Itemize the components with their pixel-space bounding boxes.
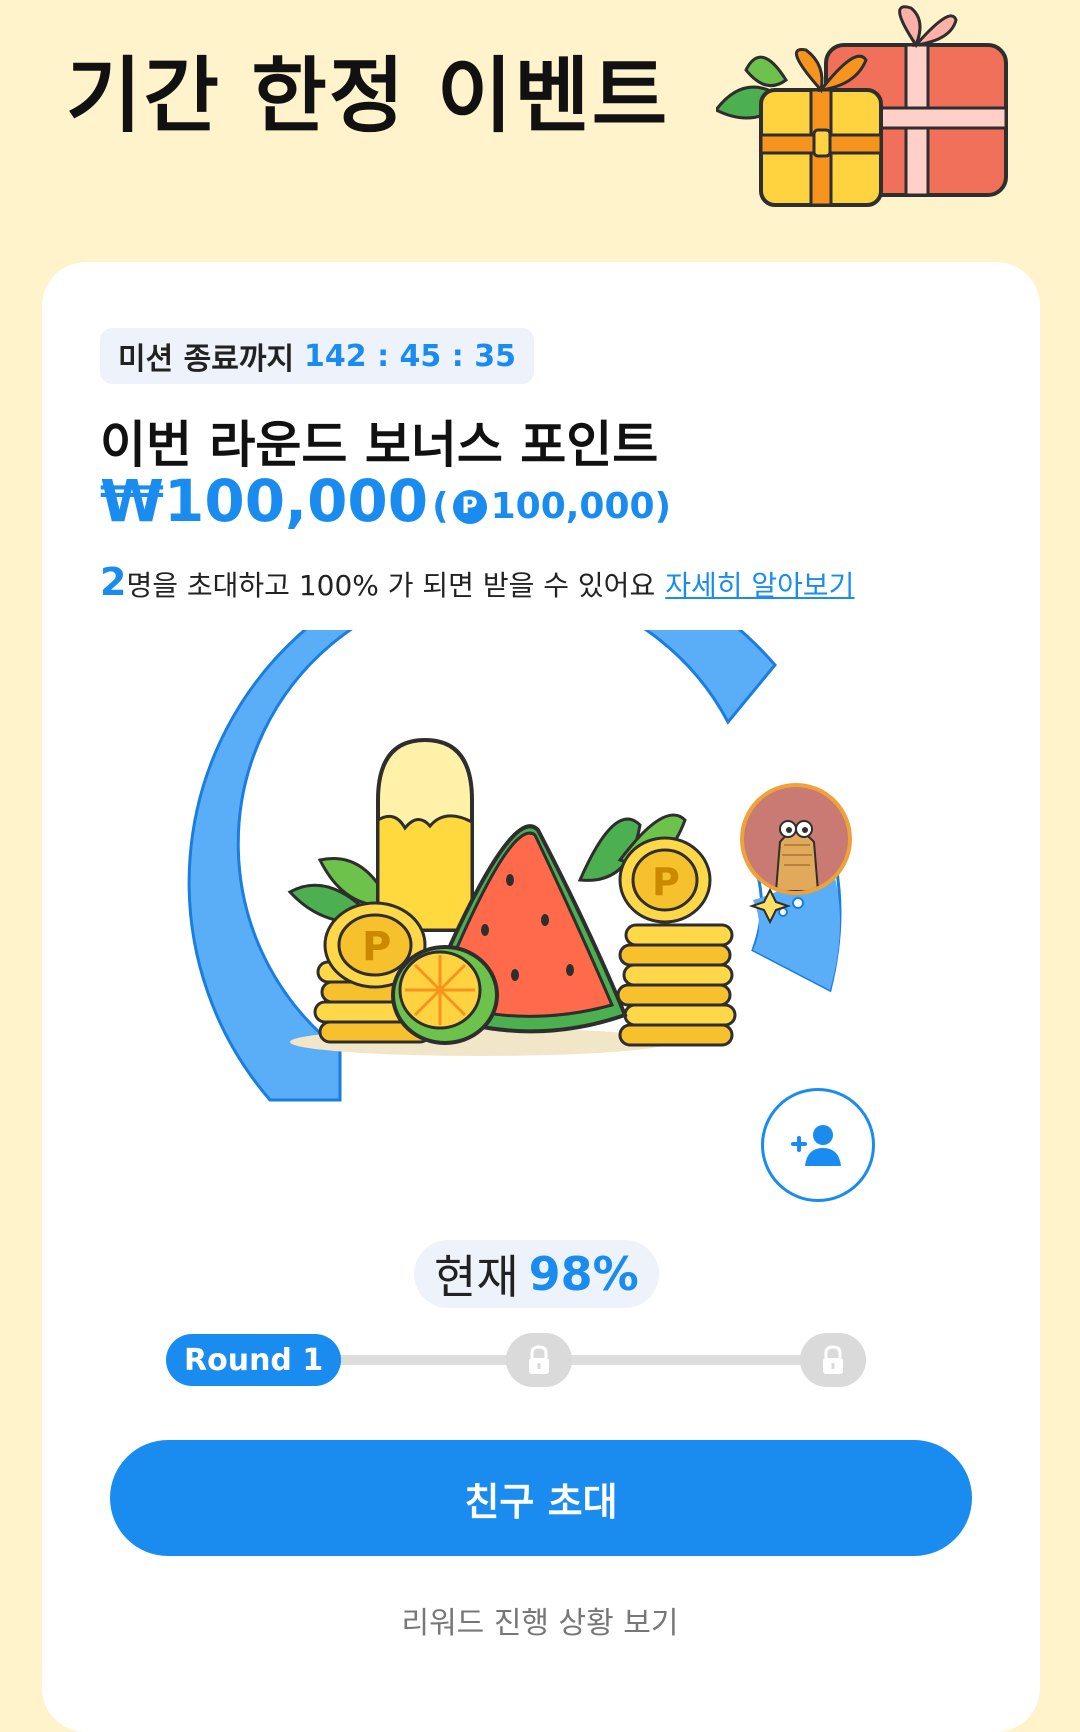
points-close-paren: ) bbox=[654, 486, 672, 527]
current-progress-chip: 현재 98% bbox=[414, 1240, 659, 1308]
invite-description: 2 명을 초대하고 100% 가 되면 받을 수 있어요 자세히 알아보기 bbox=[100, 560, 854, 604]
lock-icon bbox=[529, 1345, 549, 1374]
bonus-amount-row: ₩100,000 ( P 100,000 ) bbox=[100, 472, 671, 530]
summer-reward-illustration: P P bbox=[287, 737, 792, 1056]
svg-text:P: P bbox=[652, 860, 680, 904]
current-percent: 98% bbox=[528, 1247, 639, 1301]
add-friend-button[interactable] bbox=[761, 1088, 875, 1202]
bonus-points: ( P 100,000 ) bbox=[432, 486, 671, 527]
reward-progress-link[interactable]: 리워드 진행 상황 보기 bbox=[0, 1598, 1080, 1642]
point-badge-icon: P bbox=[452, 489, 487, 524]
current-label: 현재 bbox=[434, 1250, 519, 1304]
round-1-chip: Round 1 bbox=[166, 1334, 342, 1386]
lock-icon bbox=[823, 1345, 843, 1374]
page-title: 기간 한정 이벤트 bbox=[66, 49, 670, 144]
track-line bbox=[316, 1355, 836, 1365]
invite-text: 명을 초대하고 100% 가 되면 받을 수 있어요 bbox=[126, 569, 656, 602]
points-value: 100,000 bbox=[490, 486, 655, 527]
character-avatar-icon bbox=[774, 820, 820, 891]
round-2-locked bbox=[506, 1333, 572, 1387]
timer-value: 142 : 45 : 35 bbox=[304, 338, 516, 374]
friend-avatar[interactable] bbox=[740, 783, 852, 895]
details-link[interactable]: 자세히 알아보기 bbox=[665, 564, 854, 604]
gift-boxes-illustration bbox=[716, 5, 1008, 207]
timer-label: 미션 종료까지 bbox=[118, 342, 295, 377]
bonus-amount: ₩100,000 bbox=[100, 467, 429, 535]
invite-count: 2 bbox=[100, 560, 127, 604]
svg-text:P: P bbox=[362, 924, 391, 970]
invite-friend-button[interactable]: 친구 초대 bbox=[110, 1440, 972, 1556]
round-progress-track: Round 1 bbox=[166, 1333, 866, 1387]
add-user-icon bbox=[791, 1125, 841, 1166]
mission-timer-chip: 미션 종료까지 142 : 45 : 35 bbox=[100, 328, 534, 384]
round-3-locked bbox=[800, 1333, 866, 1387]
points-open-paren: ( bbox=[432, 486, 449, 527]
